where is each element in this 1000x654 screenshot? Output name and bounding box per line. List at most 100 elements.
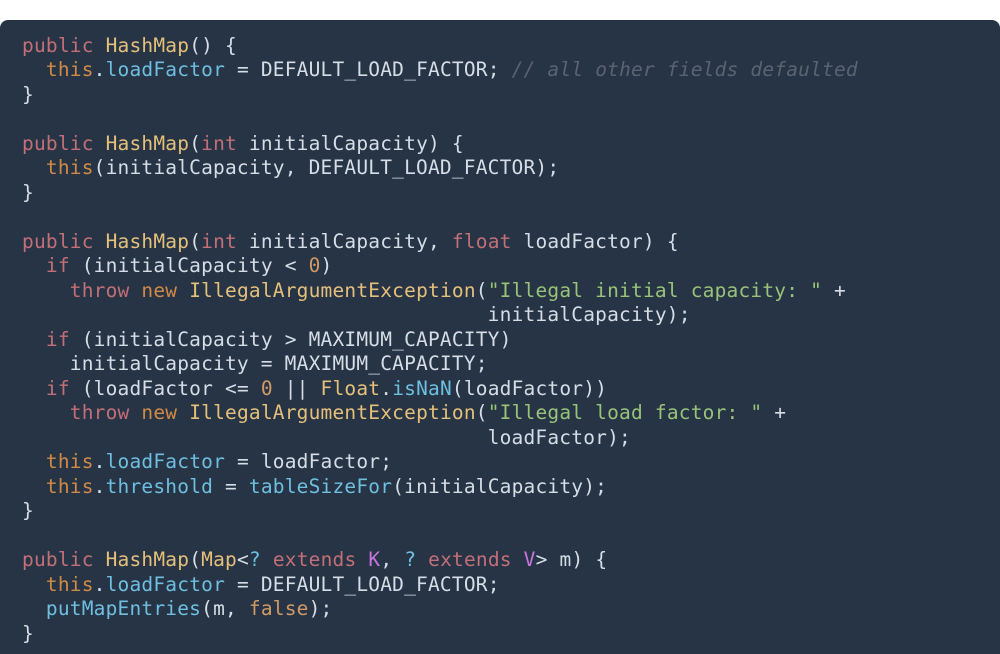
wildcard: ? — [249, 548, 261, 571]
number-zero: 0 — [309, 254, 321, 277]
literal-false: false — [249, 597, 309, 620]
number-zero: 0 — [261, 377, 273, 400]
keyword-this: this — [46, 450, 94, 473]
code-line: this.loadFactor = DEFAULT_LOAD_FACTOR; — [22, 573, 500, 596]
brace-close: } — [22, 622, 34, 645]
code-line: this.loadFactor = loadFactor; — [22, 450, 392, 473]
keyword-this: this — [46, 58, 94, 81]
args: (m, — [201, 597, 249, 620]
punct: < — [237, 548, 249, 571]
param: m) { — [548, 548, 608, 571]
expr: initialCapacity); — [488, 303, 691, 326]
punct: initialCapacity, — [237, 230, 452, 253]
keyword-public: public — [22, 34, 94, 57]
code-line: throw new IllegalArgumentException("Ille… — [22, 401, 786, 424]
keyword-this: this — [46, 573, 94, 596]
type-hashmap: HashMap — [106, 132, 190, 155]
punct: . — [94, 475, 106, 498]
code-line: this.threshold = tableSizeFor(initialCap… — [22, 475, 607, 498]
typeparam-v: V — [524, 548, 536, 571]
keyword-new: new — [141, 401, 177, 424]
punct: ( — [189, 132, 201, 155]
call: (initialCapacity, DEFAULT_LOAD_FACTOR); — [94, 156, 560, 179]
const-default-load-factor: DEFAULT_LOAD_FACTOR — [261, 58, 488, 81]
punct: . — [94, 573, 106, 596]
keyword-if: if — [46, 254, 70, 277]
field-loadfactor: loadFactor — [106, 58, 225, 81]
op-or: || — [273, 377, 321, 400]
keyword-extends: extends — [428, 548, 512, 571]
string-literal: "Illegal load factor: " — [488, 401, 763, 424]
method-putmapentries: putMapEntries — [46, 597, 201, 620]
keyword-public: public — [22, 230, 94, 253]
code-line: this(initialCapacity, DEFAULT_LOAD_FACTO… — [22, 156, 559, 179]
code-line: } — [22, 181, 34, 204]
cond: ) — [321, 254, 333, 277]
field-threshold: threshold — [106, 475, 213, 498]
punct: ( — [189, 230, 201, 253]
cond: (initialCapacity < — [70, 254, 309, 277]
keyword-new: new — [141, 279, 177, 302]
stmt: = loadFactor; — [225, 450, 392, 473]
code-line: public HashMap(Map<? extends K, ? extend… — [22, 548, 607, 571]
keyword-int: int — [201, 230, 237, 253]
comment: // all other fields defaulted — [500, 58, 858, 81]
keyword-this: this — [46, 475, 94, 498]
code-line: public HashMap() { — [22, 34, 237, 57]
field-loadfactor: loadFactor — [106, 573, 225, 596]
keyword-int: int — [201, 132, 237, 155]
type-map: Map — [201, 548, 237, 571]
keyword-float: float — [452, 230, 512, 253]
keyword-throw: throw — [70, 279, 130, 302]
code-line: loadFactor); — [22, 426, 631, 449]
stmt: = DEFAULT_LOAD_FACTOR; — [225, 573, 500, 596]
keyword-this: this — [46, 156, 94, 179]
punct: , — [380, 548, 404, 571]
code-line: if (initialCapacity > MAXIMUM_CAPACITY) — [22, 328, 512, 351]
code-line: if (initialCapacity < 0) — [22, 254, 333, 277]
type-hashmap: HashMap — [106, 548, 190, 571]
cond: (initialCapacity > MAXIMUM_CAPACITY) — [70, 328, 512, 351]
punct: . — [380, 377, 392, 400]
type-hashmap: HashMap — [106, 230, 190, 253]
punct: > — [536, 548, 548, 571]
keyword-if: if — [46, 328, 70, 351]
code-line: if (loadFactor <= 0 || Float.isNaN(loadF… — [22, 377, 607, 400]
punct: ( — [189, 548, 201, 571]
type-float: Float — [321, 377, 381, 400]
stmt: initialCapacity = MAXIMUM_CAPACITY; — [70, 352, 488, 375]
typeparam-k: K — [368, 548, 380, 571]
punct: + — [822, 279, 846, 302]
code-line: } — [22, 499, 34, 522]
punct: = — [225, 58, 261, 81]
args: ); — [309, 597, 333, 620]
code-line: putMapEntries(m, false); — [22, 597, 332, 620]
punct: () { — [189, 34, 237, 57]
brace-close: } — [22, 499, 34, 522]
param: initialCapacity) { — [237, 132, 464, 155]
code-line: this.loadFactor = DEFAULT_LOAD_FACTOR; /… — [22, 58, 858, 81]
code-line: throw new IllegalArgumentException("Ille… — [22, 279, 846, 302]
code-line: initialCapacity = MAXIMUM_CAPACITY; — [22, 352, 488, 375]
punct: ; — [488, 58, 500, 81]
code-line: public HashMap(int initialCapacity) { — [22, 132, 464, 155]
type-exception: IllegalArgumentException — [189, 401, 476, 424]
punct: . — [94, 450, 106, 473]
param: loadFactor) { — [512, 230, 679, 253]
method-isnan: isNaN — [392, 377, 452, 400]
keyword-throw: throw — [70, 401, 130, 424]
expr: loadFactor); — [488, 426, 631, 449]
punct: = — [213, 475, 249, 498]
keyword-extends: extends — [273, 548, 357, 571]
field-loadfactor: loadFactor — [106, 450, 225, 473]
code-line: public HashMap(int initialCapacity, floa… — [22, 230, 679, 253]
punct: + — [762, 401, 786, 424]
brace-close: } — [22, 83, 34, 106]
call: (initialCapacity); — [392, 475, 607, 498]
punct: ( — [476, 401, 488, 424]
cond: (loadFactor <= — [70, 377, 261, 400]
code-line: initialCapacity); — [22, 303, 691, 326]
punct: ( — [476, 279, 488, 302]
type-exception: IllegalArgumentException — [189, 279, 476, 302]
cond: (loadFactor)) — [452, 377, 607, 400]
